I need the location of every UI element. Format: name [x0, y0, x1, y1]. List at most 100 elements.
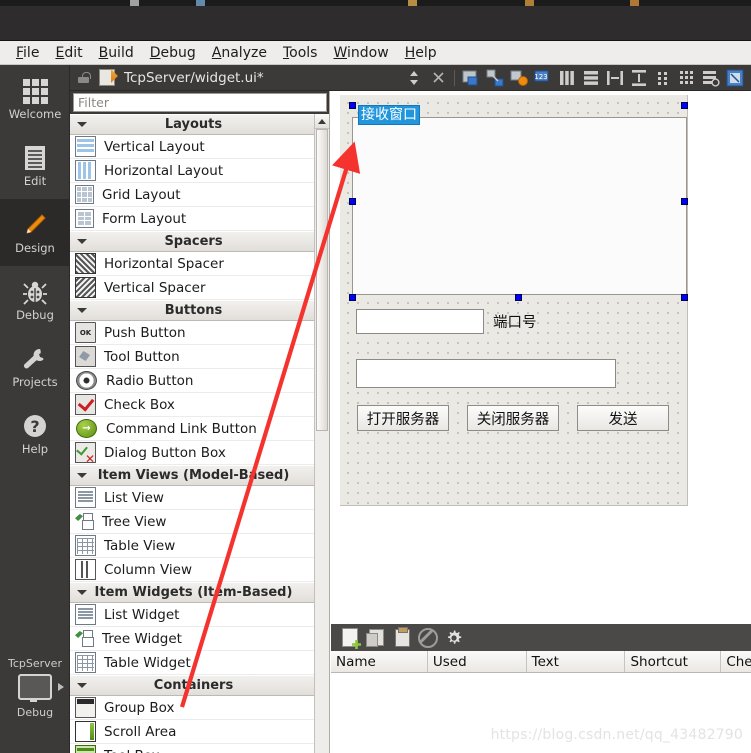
adjust-size-button[interactable]	[724, 67, 746, 89]
widget-item-table-view[interactable]: Table View	[70, 534, 329, 558]
menu-build[interactable]: Build	[91, 43, 142, 63]
widget-item-label: Tree Widget	[102, 630, 182, 647]
receive-window-group-box[interactable]: 接收窗口	[352, 105, 687, 295]
edit-buddies-button[interactable]	[508, 67, 530, 89]
configure-button[interactable]	[441, 627, 467, 649]
widget-item-command-link-button[interactable]: → Command Link Button	[70, 417, 329, 441]
copy-action-button[interactable]	[363, 627, 389, 649]
widget-item-grid-layout[interactable]: Grid Layout	[70, 183, 329, 207]
widget-item-horizontal-layout[interactable]: Horizontal Layout	[70, 159, 329, 183]
new-action-button[interactable]	[337, 627, 363, 649]
widget-item-label: Push Button	[104, 324, 186, 341]
column-header-checkable[interactable]: Che	[721, 651, 751, 672]
layout-grid-button[interactable]	[676, 67, 698, 89]
widget-item-dialog-button-box[interactable]: Dialog Button Box	[70, 441, 329, 465]
project-name: TcpServer	[8, 657, 62, 670]
widget-item-list-widget[interactable]: List Widget	[70, 603, 329, 627]
layout-form-button[interactable]	[652, 67, 674, 89]
chevron-down-icon	[77, 683, 87, 688]
mode-projects[interactable]: Projects	[0, 333, 70, 400]
mode-design[interactable]: Design	[0, 199, 70, 266]
build-config-label: Debug	[16, 706, 54, 719]
horizontal-layout-icon	[75, 160, 96, 181]
widget-item-tool-box[interactable]: Tool Box	[70, 744, 329, 753]
design-form[interactable]: 接收窗口 端口号 打开服务器 关闭服务器 发送	[340, 95, 688, 506]
widget-item-list-view[interactable]: List View	[70, 486, 329, 510]
widget-item-table-widget[interactable]: Table Widget	[70, 651, 329, 675]
widget-item-vertical-layout[interactable]: Vertical Layout	[70, 135, 329, 159]
form-editor[interactable]: 接收窗口 端口号 打开服务器 关闭服务器 发送	[331, 91, 751, 509]
open-file-label[interactable]: TcpServer/widget.ui*	[124, 70, 264, 86]
mode-debug[interactable]: Debug	[0, 266, 70, 333]
close-server-button[interactable]: 关闭服务器	[467, 405, 559, 431]
mode-welcome[interactable]: Welcome	[0, 65, 70, 132]
widget-item-horizontal-spacer[interactable]: Horizontal Spacer	[70, 252, 329, 276]
menu-file[interactable]: File	[8, 43, 47, 63]
send-button[interactable]: 发送	[577, 405, 669, 431]
widget-item-vertical-spacer[interactable]: Vertical Spacer	[70, 276, 329, 300]
chevron-down-icon	[77, 308, 87, 313]
category-header-layouts[interactable]: Layouts	[70, 114, 329, 135]
break-layout-button[interactable]	[700, 67, 722, 89]
column-header-name[interactable]: Name	[331, 651, 428, 672]
widget-item-group-box[interactable]: Group Box	[70, 696, 329, 720]
category-header-containers[interactable]: Containers	[70, 675, 329, 696]
menu-edit[interactable]: Edit	[47, 43, 90, 63]
layout-splitter-v-button[interactable]	[628, 67, 650, 89]
menu-tools[interactable]: Tools	[275, 43, 326, 63]
edit-signals-slots-button[interactable]	[484, 67, 506, 89]
column-header-shortcut[interactable]: Shortcut	[625, 651, 722, 672]
widget-item-label: Group Box	[104, 699, 175, 716]
category-header-spacers[interactable]: Spacers	[70, 231, 329, 252]
scroll-up-arrow-icon[interactable]	[315, 114, 329, 129]
split-updown-icon[interactable]	[403, 67, 425, 89]
widget-item-form-layout[interactable]: Form Layout	[70, 207, 329, 231]
widget-item-label: Table View	[104, 537, 176, 554]
close-icon[interactable]	[427, 67, 449, 89]
category-header-buttons[interactable]: Buttons	[70, 300, 329, 321]
widget-item-column-view[interactable]: Column View	[70, 558, 329, 582]
table-view-icon	[75, 535, 96, 556]
edit-tab-order-button[interactable]: 123	[532, 67, 554, 89]
filter-input[interactable]: Filter	[73, 93, 327, 112]
menu-window[interactable]: Window	[325, 43, 396, 63]
widget-item-tool-button[interactable]: Tool Button	[70, 345, 329, 369]
port-input[interactable]	[356, 309, 484, 334]
delete-action-button[interactable]	[415, 627, 441, 649]
widget-box-scrollbar[interactable]	[314, 114, 329, 753]
column-header-text[interactable]: Text	[527, 651, 626, 672]
category-header-item-views[interactable]: Item Views (Model-Based)	[70, 465, 329, 486]
layout-horizontally-button[interactable]	[556, 67, 578, 89]
paste-action-button[interactable]	[389, 626, 415, 649]
column-header-used[interactable]: Used	[428, 651, 527, 672]
mode-label: Welcome	[8, 107, 62, 122]
menu-bar: File Edit Build Debug Analyze Tools Wind…	[0, 41, 751, 65]
widget-item-push-button[interactable]: OK Push Button	[70, 321, 329, 345]
mode-help[interactable]: ? Help	[0, 400, 70, 467]
action-editor-toolbar	[331, 624, 751, 651]
selection-handle-bottom-left	[349, 294, 356, 301]
paste-icon	[394, 626, 410, 647]
widget-item-radio-button[interactable]: Radio Button	[70, 369, 329, 393]
edit-widgets-button[interactable]	[460, 67, 482, 89]
widget-item-tree-view[interactable]: Tree View	[70, 510, 329, 534]
open-server-button[interactable]: 打开服务器	[357, 405, 449, 431]
widget-item-check-box[interactable]: Check Box	[70, 393, 329, 417]
mode-edit[interactable]: Edit	[0, 132, 70, 199]
menu-debug[interactable]: Debug	[142, 43, 204, 63]
layout-splitter-h-button[interactable]	[604, 67, 626, 89]
menu-help[interactable]: Help	[397, 43, 445, 63]
widget-item-scroll-area[interactable]: Scroll Area	[70, 720, 329, 744]
grid-layout-icon	[75, 185, 94, 204]
layout-vertically-button[interactable]	[580, 67, 602, 89]
category-header-item-widgets[interactable]: Item Widgets (Item-Based)	[70, 582, 329, 603]
unlocked-icon[interactable]	[78, 72, 91, 83]
widget-item-tree-widget[interactable]: Tree Widget	[70, 627, 329, 651]
menu-analyze[interactable]: Analyze	[204, 43, 275, 63]
message-input[interactable]	[356, 359, 616, 388]
scrollbar-thumb[interactable]	[316, 129, 328, 431]
group-box-title[interactable]: 接收窗口	[358, 105, 420, 125]
run-configuration-selector[interactable]: TcpServer Debug	[0, 657, 70, 723]
radio-button-icon	[76, 371, 97, 390]
horizontal-spacer-icon	[75, 253, 96, 274]
